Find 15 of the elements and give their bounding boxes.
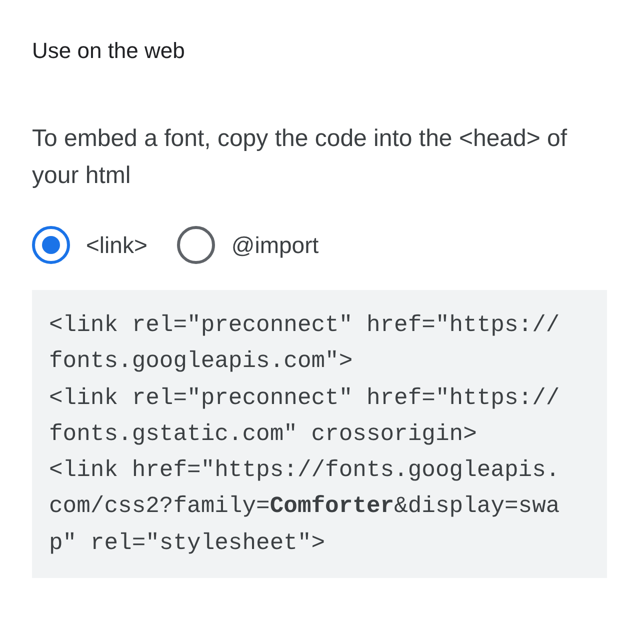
description-text: To embed a font, copy the code into the <head> of your html [32, 124, 568, 191]
code-line: <link href="https://fonts.googleapis. [49, 456, 561, 486]
code-line: p" rel="stylesheet"> [49, 528, 326, 558]
section-title: Use on the web [32, 37, 186, 65]
radio-option[interactable]: <link> [32, 226, 148, 264]
code-line: <link rel="preconnect" href="https:// [49, 311, 561, 340]
radio-label: @import [231, 232, 319, 258]
radio-icon[interactable] [177, 226, 216, 264]
code-line: <link rel="preconnect" href="https:// [49, 384, 561, 413]
code-line: fonts.googleapis.com"> [49, 347, 354, 376]
radio-option[interactable]: @import [177, 226, 319, 264]
radio-icon[interactable] [32, 226, 70, 264]
code-line: fonts.gstatic.com" crossorigin> [49, 420, 478, 449]
radio-label: <link> [86, 232, 148, 258]
code-line: com/css2?family=Comforter&display=swa [49, 492, 561, 522]
